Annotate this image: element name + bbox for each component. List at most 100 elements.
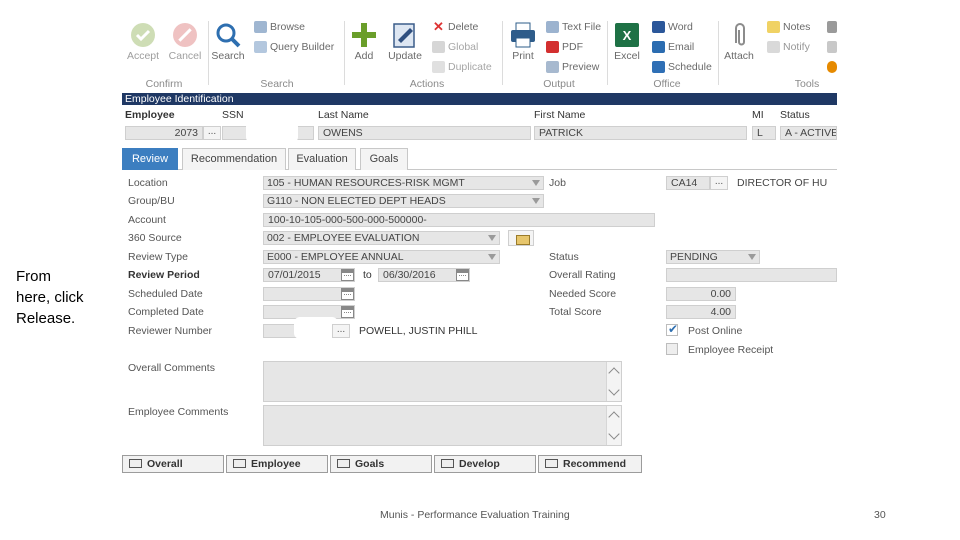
job-lookup-button[interactable]: ... bbox=[710, 176, 728, 190]
overall-rating-label: Overall Rating bbox=[549, 269, 616, 281]
employee-identification-header: Employee Identification bbox=[122, 93, 837, 105]
duplicate-button[interactable]: Duplicate bbox=[432, 60, 492, 77]
tools-more-icon-1[interactable] bbox=[827, 20, 837, 37]
mi-field[interactable]: L bbox=[752, 126, 776, 140]
group-bu-select[interactable]: G110 - NON ELECTED DEPT HEADS bbox=[263, 194, 544, 208]
delete-button[interactable]: ✕ Delete bbox=[432, 20, 478, 37]
checkmark-icon: ✔ bbox=[668, 322, 679, 336]
calendar-icon[interactable] bbox=[456, 269, 469, 281]
munis-window: Accept Cancel Confirm Search Browse Quer… bbox=[122, 17, 837, 477]
total-score-field[interactable]: 4.00 bbox=[666, 305, 736, 319]
pdf-icon bbox=[546, 41, 559, 54]
search-button[interactable]: Search bbox=[210, 21, 246, 62]
ribbon-separator bbox=[344, 21, 345, 85]
review-tabs: Review Recommendation Evaluation Goals bbox=[122, 146, 837, 170]
review-status-select[interactable]: PENDING bbox=[666, 250, 760, 264]
calendar-icon[interactable] bbox=[341, 306, 354, 318]
status-field[interactable]: A - ACTIVE bbox=[780, 126, 837, 140]
add-label: Add bbox=[354, 50, 374, 62]
tab-recommendation[interactable]: Recommendation bbox=[182, 148, 286, 170]
notes-button[interactable]: Notes bbox=[767, 20, 810, 37]
plus-icon bbox=[352, 23, 376, 47]
needed-score-field[interactable]: 0.00 bbox=[666, 287, 736, 301]
global-button[interactable]: Global bbox=[432, 40, 478, 57]
preview-button[interactable]: Preview bbox=[546, 60, 599, 77]
scroll-up-icon[interactable] bbox=[608, 411, 620, 423]
source-360-label: 360 Source bbox=[128, 232, 182, 244]
last-name-field[interactable]: OWENS bbox=[318, 126, 531, 140]
employee-receipt-checkbox[interactable] bbox=[666, 343, 678, 355]
overall-button[interactable]: Overall bbox=[122, 455, 224, 473]
needed-score-label: Needed Score bbox=[549, 288, 617, 300]
group-bu-value: G110 - NON ELECTED DEPT HEADS bbox=[267, 195, 446, 207]
email-icon bbox=[652, 41, 665, 54]
tools-more-icon-2[interactable] bbox=[827, 40, 837, 57]
cancel-button[interactable]: Cancel bbox=[166, 21, 204, 62]
account-field[interactable]: 100-10-105-000-500-000-500000- bbox=[263, 213, 655, 227]
notes-icon bbox=[767, 21, 780, 34]
first-name-field[interactable]: PATRICK bbox=[534, 126, 747, 140]
warning-icon[interactable] bbox=[827, 60, 837, 77]
accept-button[interactable]: Accept bbox=[125, 21, 161, 62]
folder-open-icon bbox=[545, 459, 558, 468]
employee-button[interactable]: Employee bbox=[226, 455, 328, 473]
global-label: Global bbox=[448, 41, 479, 53]
goals-button-label: Goals bbox=[355, 458, 385, 470]
text-file-button[interactable]: Text File bbox=[546, 20, 601, 37]
review-status-value: PENDING bbox=[670, 251, 718, 263]
textarea-scrollbar[interactable] bbox=[606, 406, 621, 445]
chevron-down-icon bbox=[532, 198, 540, 204]
duplicate-icon bbox=[432, 61, 445, 74]
review-type-select[interactable]: E000 - EMPLOYEE ANNUAL bbox=[263, 250, 500, 264]
excel-button[interactable]: X Excel bbox=[609, 21, 645, 62]
scroll-down-icon[interactable] bbox=[608, 428, 620, 440]
folder-icon[interactable] bbox=[508, 230, 534, 246]
develop-button[interactable]: Develop bbox=[434, 455, 536, 473]
edit-form-icon bbox=[393, 23, 415, 48]
textarea-scrollbar[interactable] bbox=[606, 362, 621, 401]
overall-rating-field[interactable] bbox=[666, 268, 837, 282]
source-360-select[interactable]: 002 - EMPLOYEE EVALUATION bbox=[263, 231, 500, 245]
goals-button[interactable]: Goals bbox=[330, 455, 432, 473]
post-online-checkbox[interactable]: ✔ bbox=[666, 322, 679, 336]
scroll-down-icon[interactable] bbox=[608, 384, 620, 396]
job-code-field[interactable]: CA14 bbox=[666, 176, 710, 190]
employee-label: Employee bbox=[125, 109, 175, 121]
chevron-down-icon bbox=[488, 235, 496, 241]
calendar-icon[interactable] bbox=[341, 288, 354, 300]
scroll-up-icon[interactable] bbox=[608, 367, 620, 379]
folder-open-icon bbox=[233, 459, 246, 468]
reviewer-lookup-button[interactable]: ... bbox=[332, 324, 350, 338]
location-select[interactable]: 105 - HUMAN RESOURCES-RISK MGMT bbox=[263, 176, 544, 190]
tab-goals[interactable]: Goals bbox=[360, 148, 408, 170]
employee-lookup-button[interactable]: ... bbox=[203, 126, 221, 140]
overall-comments-textarea[interactable] bbox=[263, 361, 622, 402]
location-value: 105 - HUMAN RESOURCES-RISK MGMT bbox=[267, 177, 465, 189]
tab-review[interactable]: Review bbox=[122, 148, 178, 170]
email-button[interactable]: Email bbox=[652, 40, 694, 57]
employee-number-field[interactable]: 2073 bbox=[125, 126, 203, 140]
query-builder-button[interactable]: Query Builder bbox=[254, 40, 334, 57]
print-button[interactable]: Print bbox=[506, 21, 540, 62]
update-button[interactable]: Update bbox=[384, 21, 426, 62]
employee-comments-label: Employee Comments bbox=[128, 406, 229, 418]
job-description: DIRECTOR OF HU bbox=[737, 177, 828, 189]
check-circle-icon bbox=[131, 23, 155, 47]
excel-label: Excel bbox=[614, 50, 640, 62]
schedule-button[interactable]: Schedule bbox=[652, 60, 712, 77]
page-number: 30 bbox=[874, 509, 886, 521]
attach-button[interactable]: Attach bbox=[720, 21, 758, 62]
word-icon bbox=[652, 21, 665, 34]
pdf-button[interactable]: PDF bbox=[546, 40, 583, 57]
calendar-icon[interactable] bbox=[341, 269, 354, 281]
review-period-to-label: to bbox=[363, 269, 372, 281]
recommend-button[interactable]: Recommend bbox=[538, 455, 642, 473]
employee-comments-textarea[interactable] bbox=[263, 405, 622, 446]
browse-button[interactable]: Browse bbox=[254, 20, 305, 37]
tab-evaluation[interactable]: Evaluation bbox=[288, 148, 356, 170]
recommend-button-label: Recommend bbox=[563, 458, 627, 470]
word-button[interactable]: Word bbox=[652, 20, 693, 37]
group-actions-label: Actions bbox=[409, 78, 445, 90]
add-button[interactable]: Add bbox=[348, 21, 380, 62]
notify-button[interactable]: Notify bbox=[767, 40, 810, 57]
